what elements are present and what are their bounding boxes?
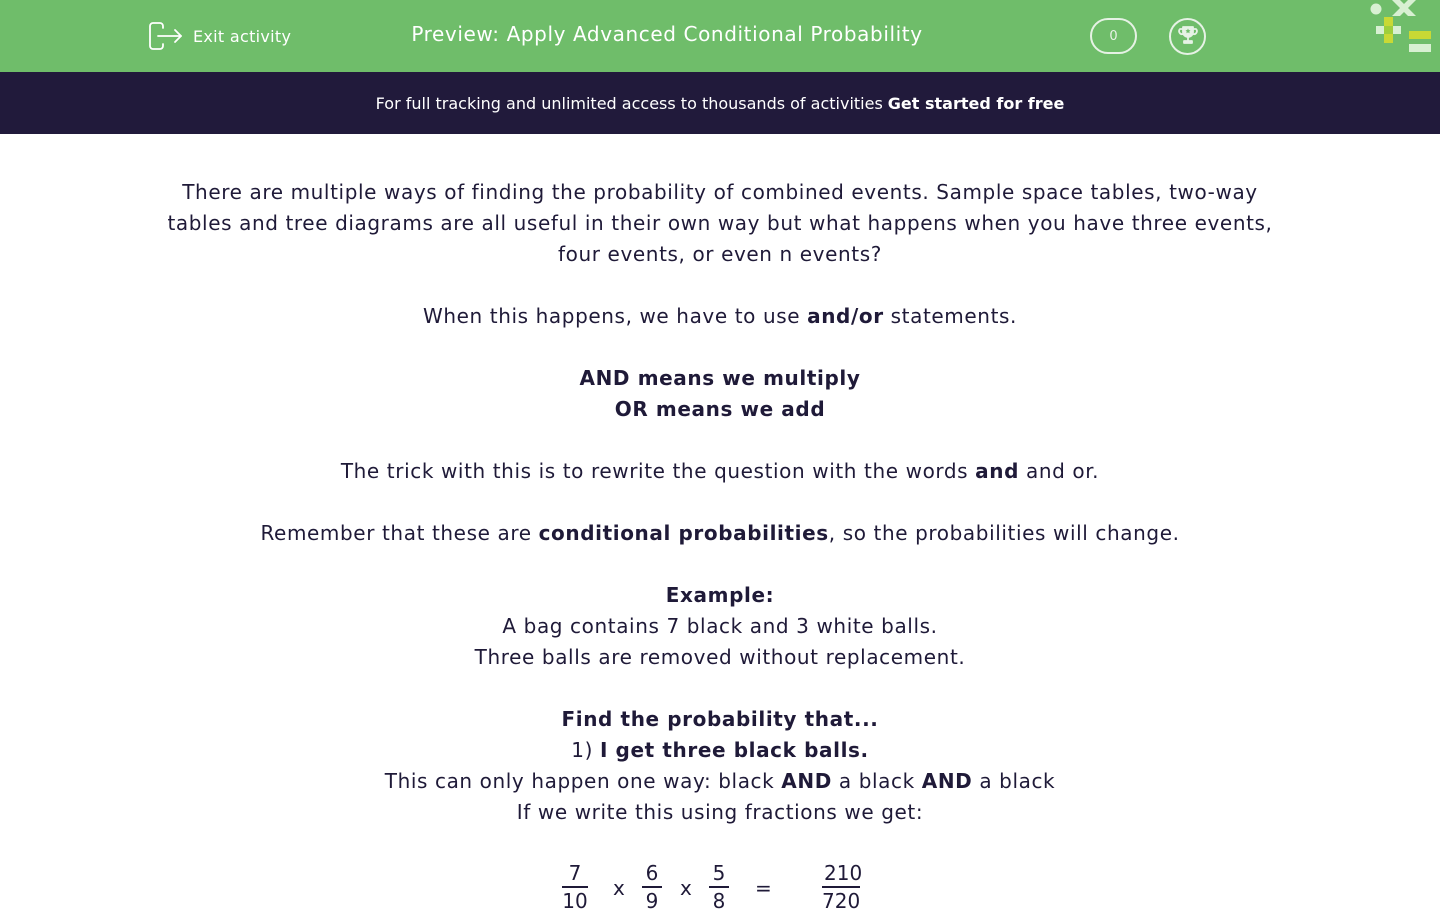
rule-or: OR means we add	[140, 394, 1300, 425]
trophy-icon	[1177, 24, 1199, 50]
score-value: 0	[1109, 28, 1118, 44]
remember-paragraph: Remember that these are conditional prob…	[140, 518, 1300, 549]
way-text-mid: a black	[831, 769, 922, 793]
trick-text-pre: The trick with this is to rewrite the qu…	[340, 459, 976, 483]
way-and-1: AND	[781, 769, 832, 793]
top-bar: Exit activity Preview: Apply Advanced Co…	[0, 0, 1440, 72]
brand-logo	[1368, 0, 1440, 56]
fraction-2-denominator: 9	[645, 889, 659, 913]
fraction-2: 6 9	[642, 860, 662, 914]
rule-or-text: OR means we add	[614, 397, 826, 421]
logo-dot-shape	[1370, 3, 1382, 15]
fraction-1-numerator: 7	[562, 860, 588, 888]
fraction-1-denominator: 10	[562, 889, 588, 913]
trick-paragraph: The trick with this is to rewrite the qu…	[140, 456, 1300, 487]
multiply-sign-2: x	[680, 876, 692, 900]
way-text-pre: This can only happen one way: black	[384, 769, 782, 793]
question-1-text: I get three black balls.	[599, 738, 869, 762]
way-text-post: a black	[972, 769, 1056, 793]
signup-banner: For full tracking and unlimited access t…	[0, 72, 1440, 134]
trick-bold: and	[975, 459, 1020, 483]
fraction-3: 5 8	[709, 860, 729, 914]
logo-times-shape	[1392, 0, 1416, 16]
result-fraction: 210 720	[822, 860, 862, 914]
trick-text-post: and or.	[1019, 459, 1100, 483]
fraction-2-numerator: 6	[642, 860, 662, 888]
remember-text-post: , so the probabilities will change.	[828, 521, 1180, 545]
lesson-content: There are multiple ways of finding the p…	[140, 177, 1300, 828]
find-heading: Find the probability that...	[140, 704, 1300, 735]
get-started-link[interactable]: Get started for free	[888, 94, 1065, 113]
andor-bold: and/or	[807, 304, 884, 328]
banner-text: For full tracking and unlimited access t…	[375, 93, 883, 113]
rule-and-text: AND means we multiply	[579, 366, 861, 390]
remember-text-pre: Remember that these are	[260, 521, 539, 545]
remember-bold: conditional probabilities	[538, 521, 829, 545]
question-1: 1) I get three black balls.	[140, 735, 1300, 766]
andor-paragraph: When this happens, we have to use and/or…	[140, 301, 1300, 332]
intro-paragraph: There are multiple ways of finding the p…	[167, 180, 1273, 266]
page-title: Preview: Apply Advanced Conditional Prob…	[411, 22, 923, 46]
andor-text-post: statements.	[883, 304, 1017, 328]
fraction-3-denominator: 8	[712, 889, 726, 913]
result-denominator: 720	[822, 889, 861, 913]
example-line-1: A bag contains 7 black and 3 white balls…	[502, 614, 938, 638]
score-badge: 0	[1090, 18, 1137, 54]
way-and-2: AND	[921, 769, 973, 793]
rule-and: AND means we multiply	[140, 363, 1300, 394]
question-1-number: 1)	[571, 738, 600, 762]
logo-equals-top	[1409, 31, 1431, 39]
result-numerator: 210	[822, 860, 862, 888]
example-line-2: Three balls are removed without replacem…	[474, 645, 966, 669]
way-paragraph: This can only happen one way: black AND …	[140, 766, 1300, 797]
equals-sign: =	[755, 876, 772, 900]
andor-text-pre: When this happens, we have to use	[423, 304, 808, 328]
example-heading-text: Example:	[665, 583, 775, 607]
fraction-1: 7 10	[562, 860, 588, 914]
multiply-sign-1: x	[613, 876, 625, 900]
trophy-button[interactable]	[1169, 18, 1206, 55]
find-heading-text: Find the probability that...	[561, 707, 879, 731]
fraction-equation: 7 10 x 6 9 x 5 8 = 210 720	[0, 860, 1440, 920]
fraction-3-numerator: 5	[709, 860, 729, 888]
fractions-intro: If we write this using fractions we get:	[516, 800, 924, 824]
logo-equals-bottom	[1409, 44, 1431, 52]
example-heading: Example:	[140, 580, 1300, 611]
